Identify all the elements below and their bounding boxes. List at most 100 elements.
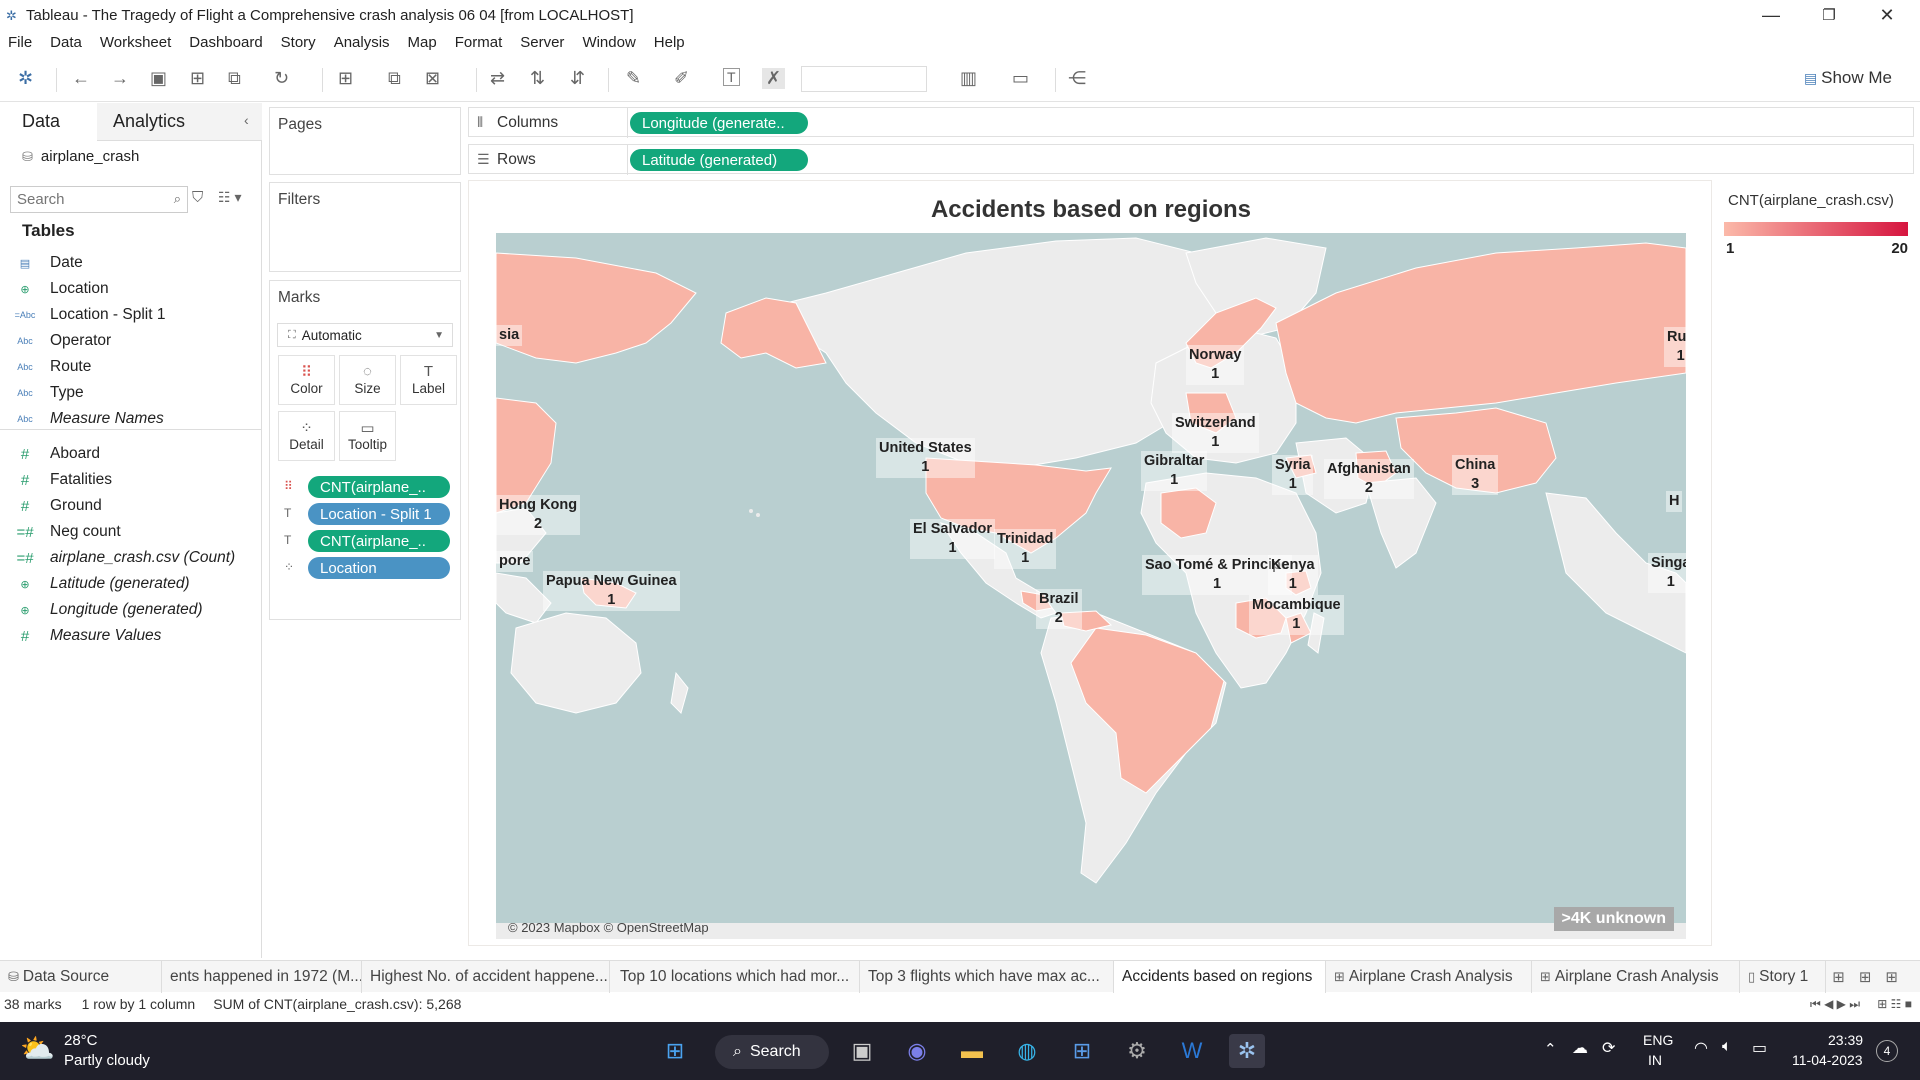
tableau-taskbar-icon[interactable]: ✲ [1229,1034,1265,1068]
presentation-icon[interactable]: ▭ [1012,68,1029,89]
map-label[interactable]: Kenya 1 [1268,555,1318,595]
mark-pill[interactable]: CNT(airplane_.. [308,476,450,498]
mark-type-dropdown[interactable]: ⛶ Automatic ▼ [277,323,453,347]
field-item[interactable]: # Aboard [0,441,100,467]
map-label[interactable]: Syria 1 [1272,455,1314,495]
field-item[interactable]: # Ground [0,493,102,519]
label-mark-button[interactable]: T Label [400,355,457,405]
collapse-pane-icon[interactable]: ‹ [244,112,249,128]
pause-updates-icon[interactable]: ⧉ [228,68,241,89]
sheet-tab[interactable]: ents happened in 1972 (M... [162,961,362,993]
field-item[interactable]: =# airplane_crash.csv (Count) [0,545,235,571]
columns-shelf[interactable]: ⦀ Columns Longitude (generate.. [468,107,1914,138]
lang-eng[interactable]: ENG [1643,1032,1673,1048]
wifi-icon[interactable]: ◠ [1694,1038,1708,1058]
detail-mark-button[interactable]: ⁘ Detail [278,411,335,461]
menu-dashboard[interactable]: Dashboard [180,34,271,51]
field-item[interactable]: ⊕ Latitude (generated) [0,571,189,597]
menu-map[interactable]: Map [399,34,446,51]
map-label[interactable]: Mocambique 1 [1249,595,1344,635]
mark-pill[interactable]: Location [308,557,450,579]
sheet-tab[interactable]: Top 3 flights which have max ac... [860,961,1114,993]
new-datasource-icon[interactable]: ⊞ [190,68,205,89]
share-icon[interactable]: ⋲ [1068,68,1086,89]
fix-axes-icon[interactable]: ✗ [762,68,786,89]
map-label[interactable]: H [1666,491,1683,512]
map-label[interactable]: Singa 1 [1648,553,1686,593]
menu-server[interactable]: Server [511,34,573,51]
clock-date[interactable]: 11-04-2023 [1792,1052,1863,1068]
unknown-indicator[interactable]: >4K unknown [1553,907,1674,931]
save-icon[interactable]: ▣ [150,68,167,89]
sheet-tab[interactable]: ⊞ Airplane Crash Analysis [1326,961,1532,993]
search-box[interactable]: ⌕ [10,186,188,213]
new-worksheet-icon[interactable]: ⊞ [338,68,353,89]
tab-analytics[interactable]: Analytics [113,111,185,132]
weather-icon[interactable]: ⛅ [20,1032,55,1065]
cloud-icon[interactable]: ☁ [1572,1038,1588,1058]
field-item[interactable]: Abc Route [0,354,91,380]
tooltip-mark-button[interactable]: ▭ Tooltip [339,411,396,461]
start-icon[interactable]: ⊞ [657,1034,693,1068]
mark-pill[interactable]: Location - Split 1 [308,503,450,525]
fit-dropdown[interactable] [801,66,927,92]
undo-icon[interactable]: ← [72,68,90,89]
word-icon[interactable]: W [1174,1034,1210,1068]
menu-story[interactable]: Story [272,34,325,51]
file-explorer-icon[interactable]: ▬ [954,1034,990,1068]
restore-button[interactable]: ❐ [1800,0,1858,30]
close-button[interactable]: ✕ [1858,0,1916,30]
rows-pill[interactable]: Latitude (generated) [630,149,808,171]
redo-icon[interactable]: → [111,68,129,89]
search-button[interactable]: ⌕ Search [715,1035,829,1069]
menu-analysis[interactable]: Analysis [325,34,399,51]
sheet-tab[interactable]: ▯ Story 1 [1740,961,1826,993]
columns-pill[interactable]: Longitude (generate.. [630,112,808,134]
refresh-icon[interactable]: ↻ [274,68,289,89]
edge-icon[interactable]: ◍ [1009,1034,1045,1068]
filter-icon[interactable]: ⛉ [192,189,203,206]
minimize-button[interactable]: — [1742,0,1800,30]
map-label[interactable]: Papua New Guinea 1 [543,571,680,611]
map-label[interactable]: Brazil 2 [1036,589,1082,629]
show-cards-icon[interactable]: ▥ [960,68,977,89]
sort-desc-icon[interactable]: ⇵ [570,68,585,89]
battery-icon[interactable]: ▭ [1752,1038,1767,1058]
sheet-tab[interactable]: ⊞ Airplane Crash Analysis [1532,961,1740,993]
group-icon[interactable]: ✐ [674,68,689,89]
clock-time[interactable]: 23:39 [1828,1032,1863,1048]
menu-help[interactable]: Help [645,34,694,51]
rows-shelf[interactable]: ☰ Rows Latitude (generated) [468,144,1914,175]
sync-icon[interactable]: ⟳ [1602,1038,1615,1058]
map-label[interactable]: Norway 1 [1186,345,1245,385]
volume-icon[interactable]: 🔈︎ [1722,1038,1732,1056]
weather-desc[interactable]: Partly cloudy [64,1052,150,1069]
sheet-tab[interactable]: Accidents based on regions [1114,961,1326,993]
map-label[interactable]: Trinidad 1 [994,529,1057,569]
color-mark-button[interactable]: ⠿ Color [278,355,335,405]
datasource-item[interactable]: ⛁ airplane_crash [22,148,139,165]
map-label[interactable]: Gibraltar 1 [1141,451,1208,491]
field-item[interactable]: Abc Type [0,380,83,406]
map-label[interactable]: Switzerland 1 [1172,413,1259,453]
chat-icon[interactable]: ◉ [899,1034,935,1068]
notification-badge[interactable]: 4 [1876,1040,1898,1062]
field-item[interactable]: ▤ Date [0,250,83,276]
tray-chevron-icon[interactable]: ⌃ [1544,1040,1557,1058]
view-mode-icon[interactable]: ⊞ ☷ ■ [1877,997,1912,1011]
map-label[interactable]: sia [496,325,523,346]
show-me-button[interactable]: ▤ Show Me [1804,68,1892,88]
highlight-icon[interactable]: ✎ [626,68,641,89]
task-view-icon[interactable]: ▣ [844,1034,880,1068]
map-label[interactable]: China 3 [1452,455,1499,495]
search-input[interactable] [11,187,161,212]
sheet-tab[interactable]: Top 10 locations which had mor... [612,961,860,993]
swap-icon[interactable]: ⇄ [490,68,505,89]
mark-pill[interactable]: CNT(airplane_.. [308,530,450,552]
menu-window[interactable]: Window [573,34,644,51]
field-item[interactable]: ⊕ Longitude (generated) [0,597,202,623]
settings-icon[interactable]: ⚙ [1119,1034,1155,1068]
menu-file[interactable]: File [0,34,41,51]
weather-temp[interactable]: 28°C [64,1032,98,1049]
store-icon[interactable]: ⊞ [1064,1034,1100,1068]
